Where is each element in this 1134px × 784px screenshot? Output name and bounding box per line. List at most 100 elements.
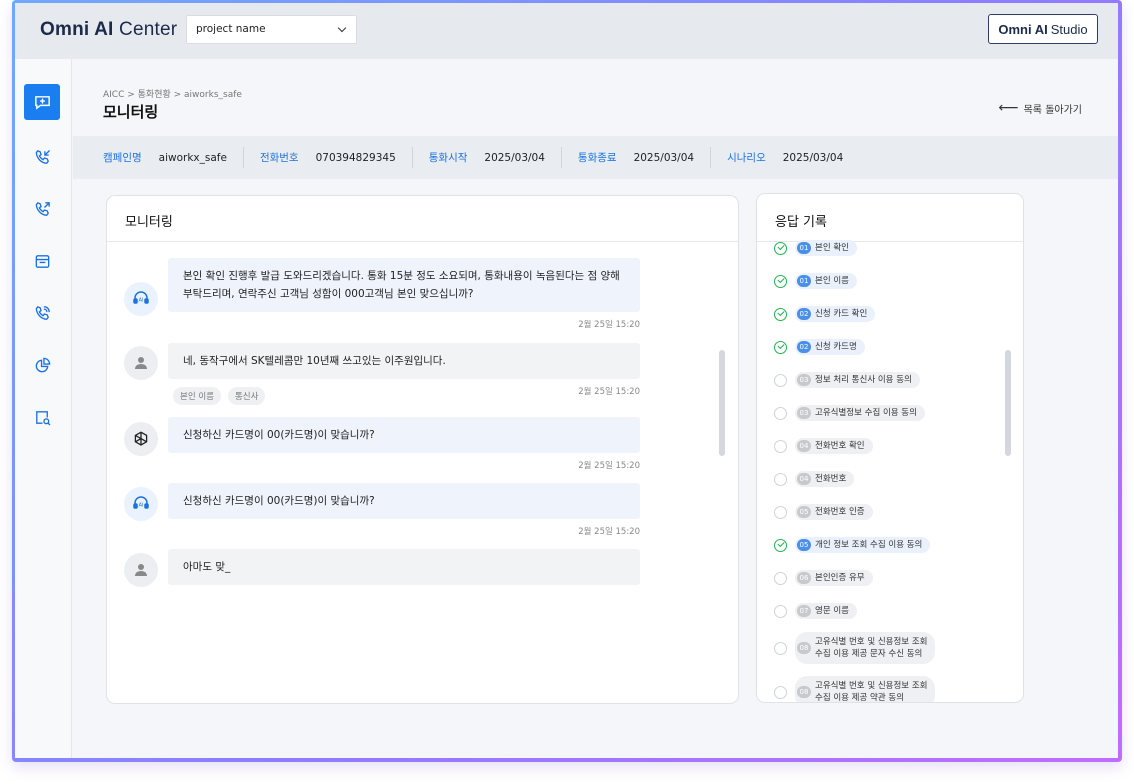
check-circle-icon [774,538,787,552]
record-item[interactable]: 03 정보 처리 통신사 이용 동의 [774,372,920,388]
omni-ai-studio-button[interactable]: Omni AI Studio [988,14,1098,44]
entity-tag[interactable]: 본인 이름 [173,387,221,405]
record-number-badge: 06 [797,572,811,584]
pie-chart-icon [35,357,50,372]
chat-message: 네, 동작구에서 SK텔레콤만 10년째 쓰고있는 이주원입니다. 2월 25일… [168,343,640,405]
scenario-info: 시나리오 2025/03/04 [710,147,859,168]
record-number-badge: 08 [797,642,811,654]
record-pill: 08 고유식별 번호 및 신용정보 조회수집 이용 제공 문자 수신 동의 [795,632,936,664]
record-item[interactable]: 08 고유식별 번호 및 신용정보 조회 수집 이용 제공 약관 동의 [774,676,936,703]
sidebar-item-inbound-call[interactable] [24,139,60,175]
message-bubble: 신청하신 카드명이 00(카드명)이 맞습니까? [168,417,640,453]
record-item[interactable]: 04 전화번호 확인 [774,438,873,454]
record-pill: 01 본인 확인 [795,240,857,256]
response-record-list[interactable]: 01 본인 확인 01 본인 이름 02 신청 카드 확인 02 신청 카드명 03 정보 처리 … [757,240,1023,703]
message-time: 2월 25일 15:20 [578,461,640,471]
empty-circle-icon [774,439,787,453]
record-item[interactable]: 02 신청 카드 확인 [774,306,876,322]
message-time: 2월 25일 15:20 [578,320,640,330]
record-pill: 05 전화번호 인증 [795,504,873,520]
record-number-badge: 02 [797,341,811,353]
call-info-bar: 캠페인명 aiworkx_safe 전화번호 070394829345 통화시작… [73,136,1118,179]
call-start-info: 통화시작 2025/03/04 [411,147,561,168]
record-item[interactable]: 05 개인 정보 조회 수집 이용 동의 [774,537,931,553]
chat-bubble-icon [34,95,50,110]
empty-circle-icon [774,604,787,618]
entity-tag[interactable]: 통신사 [227,387,266,405]
record-number-badge: 03 [797,374,811,386]
empty-circle-icon [774,641,787,655]
sidebar-item-outbound-call[interactable] [24,191,60,227]
record-item[interactable]: 03 고유식별정보 수집 이용 동의 [774,405,925,421]
record-label: 개인 정보 조회 수집 이용 동의 [815,540,923,550]
openai-logo-icon [134,431,148,446]
user-avatar [124,346,158,380]
record-pill: 02 신청 카드명 [795,339,865,355]
record-item[interactable]: 05 전화번호 인증 [774,504,873,520]
project-select[interactable]: project name [186,15,357,44]
phone-ringing-icon [35,305,50,320]
record-pill: 04 전화번호 확인 [795,438,873,454]
arrow-left-icon: ⟵ [998,100,1019,116]
empty-circle-icon [774,505,787,519]
record-pill: 05 개인 정보 조회 수집 이용 동의 [795,537,931,553]
call-end-info: 통화종료 2025/03/04 [560,147,710,168]
sidebar-item-document-search[interactable] [24,399,60,435]
record-item[interactable]: 06 본인인증 유무 [774,570,873,586]
record-item[interactable]: 01 본인 확인 [774,240,857,256]
chat-log[interactable]: AI 본인 확인 진행후 발급 도와드리겠습니다. 통화 15분 정도 소요되며… [107,242,738,703]
svg-text:AI: AI [139,503,144,509]
phone-incoming-icon [35,149,50,164]
sidebar-item-calendar[interactable] [24,243,60,279]
record-label: 고유식별 번호 및 신용정보 조회 [815,637,928,647]
entity-tags: 본인 이름 통신사 [173,387,266,405]
breadcrumb: AICC > 통화현황 > aiworks_safe [103,90,242,100]
record-item[interactable]: 01 본인 이름 [774,273,857,289]
message-bubble: 네, 동작구에서 SK텔레콤만 10년째 쓰고있는 이주원입니다. [168,343,640,379]
sidebar-item-call-status[interactable] [24,295,60,331]
record-item[interactable]: 08 고유식별 번호 및 신용정보 조회수집 이용 제공 문자 수신 동의 [774,632,936,664]
record-pill: 06 본인인증 유무 [795,570,873,586]
record-number-badge: 03 [797,407,811,419]
record-item[interactable]: 07 영문 이름 [774,603,857,619]
sidebar-item-statistics[interactable] [24,347,60,383]
record-item[interactable]: 04 전화번호 [774,471,855,487]
sidebar [15,59,72,758]
record-number-badge: 04 [797,473,811,485]
record-pill: 02 신청 카드 확인 [795,306,876,322]
gpt-avatar [124,422,158,456]
record-label: 신청 카드명 [815,342,857,352]
record-label: 전화번호 인증 [815,507,865,517]
message-time: 2월 25일 15:20 [578,387,640,397]
message-bubble: 아마도 맞_ [168,549,640,585]
ai-headset-icon: AI [133,291,149,304]
record-pill: 01 본인 이름 [795,273,857,289]
user-icon [135,564,147,576]
top-bar: Omni AI Center project name Omni AI Studi… [15,3,1118,59]
record-item[interactable]: 02 신청 카드명 [774,339,865,355]
app-logo[interactable]: Omni AI Center [40,19,177,41]
empty-circle-icon [774,373,787,387]
record-pill: 04 전화번호 [795,471,855,487]
back-to-list-link[interactable]: ⟵ 목록 돌아가기 [999,100,1082,116]
message-bubble: 본인 확인 진행후 발급 도와드리겠습니다. 통화 15분 정도 소요되며, 통… [168,258,640,312]
record-label: 영문 이름 [815,606,849,616]
user-icon [135,357,147,369]
record-number-badge: 01 [797,242,811,254]
sidebar-item-monitoring[interactable] [24,84,60,120]
chevron-down-icon [337,23,347,33]
record-label-line2: 수집 이용 제공 약관 동의 [815,693,905,703]
record-label: 고유식별 번호 및 신용정보 조회 [815,681,928,691]
record-label: 본인 확인 [815,243,849,253]
record-pill: 08 고유식별 번호 및 신용정보 조회 수집 이용 제공 약관 동의 [795,676,936,703]
record-scrollbar[interactable] [1005,350,1011,456]
record-pill: 03 고유식별정보 수집 이용 동의 [795,405,925,421]
project-select-value: project name [196,23,266,35]
ai-agent-avatar: AI [124,487,158,521]
record-label: 전화번호 확인 [815,441,865,451]
check-circle-icon [774,241,787,255]
record-number-badge: 01 [797,275,811,287]
chat-scrollbar[interactable] [719,350,725,456]
response-record-title: 응답 기록 [757,194,1023,242]
record-label-line2: 수집 이용 제공 문자 수신 동의 [815,649,923,659]
